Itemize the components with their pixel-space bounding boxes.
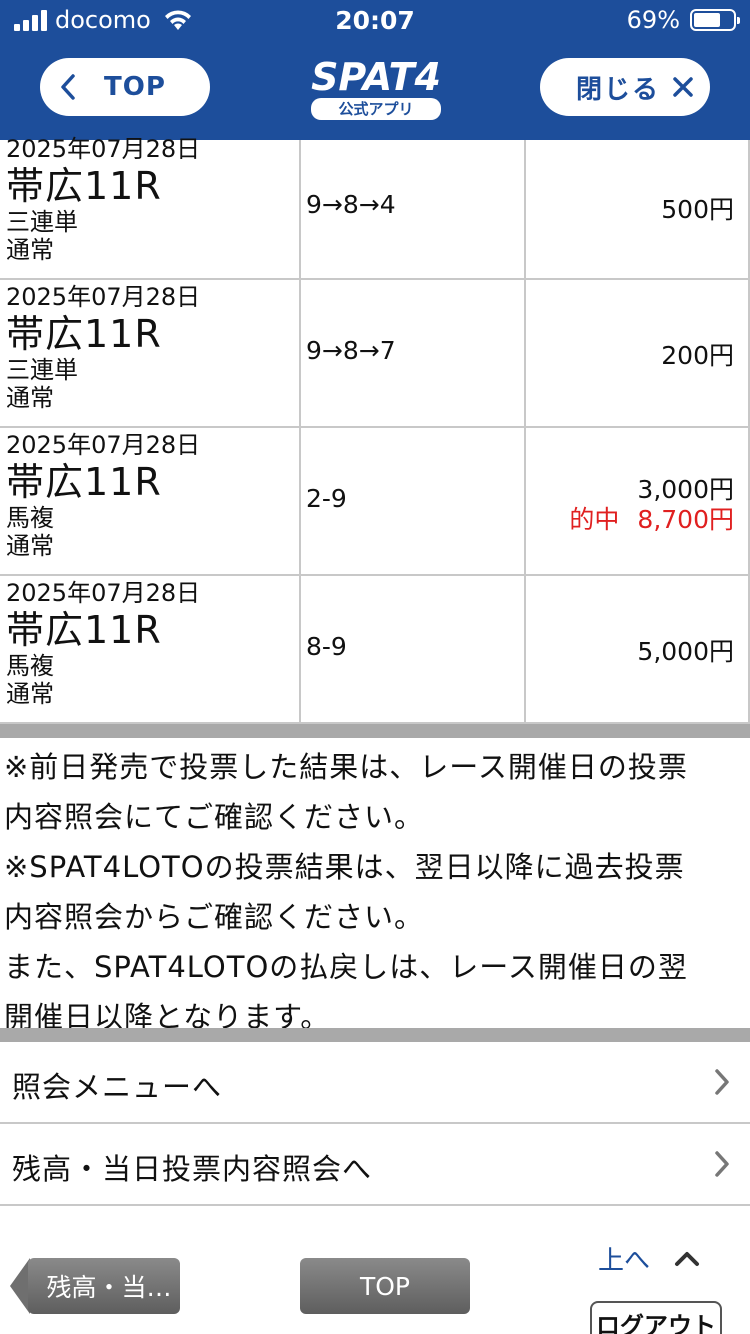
table-row: 2025年07月28日 帯広11R 三連単 通常 9→8→7 200円 bbox=[0, 280, 750, 428]
close-button-label: 閉じる bbox=[576, 74, 661, 105]
bet-date: 2025年07月28日 bbox=[6, 283, 201, 311]
bet-type: 三連単 bbox=[6, 208, 78, 236]
table-row: 2025年07月28日 帯広11R 三連単 通常 9→8→4 500円 bbox=[0, 136, 750, 280]
chevron-up-icon bbox=[675, 1251, 700, 1266]
top-button-label: TOP bbox=[104, 72, 166, 102]
back-button[interactable]: 残高・当… bbox=[28, 1258, 180, 1314]
notice-line: 内容照会にてご確認ください。 bbox=[4, 800, 425, 834]
notice-line: 内容照会からご確認ください。 bbox=[4, 900, 425, 934]
close-button[interactable]: 閉じる bbox=[540, 58, 710, 116]
notice-text: ※前日発売で投票した結果は、レース開催日の投票 内容照会にてご確認ください。 ※… bbox=[0, 738, 750, 1042]
inquiry-menu-link[interactable]: 照会メニューへ bbox=[0, 1042, 750, 1124]
scroll-up-link[interactable]: 上へ bbox=[598, 1240, 700, 1277]
bet-date: 2025年07月28日 bbox=[6, 431, 201, 459]
bet-date: 2025年07月28日 bbox=[6, 135, 201, 163]
bet-info: 2025年07月28日 帯広11R 馬複 通常 bbox=[6, 432, 298, 560]
status-right: 69% bbox=[626, 6, 740, 34]
notice-line: ※SPAT4LOTOの投票結果は、翌日以降に過去投票 bbox=[4, 850, 685, 884]
bet-race: 帯広11R bbox=[6, 312, 162, 356]
back-arrow-icon bbox=[10, 1258, 30, 1314]
bet-date: 2025年07月28日 bbox=[6, 579, 201, 607]
bet-mode: 通常 bbox=[6, 236, 54, 264]
logo-sub: 公式アプリ bbox=[311, 98, 441, 120]
bet-info: 2025年07月28日 帯広11R 三連単 通常 bbox=[6, 284, 298, 412]
bet-mode: 通常 bbox=[6, 680, 54, 708]
logout-button[interactable]: ログアウト bbox=[590, 1301, 722, 1334]
hit-result: 的中 8,700円 bbox=[569, 500, 734, 536]
up-label: 上へ bbox=[598, 1246, 651, 1276]
battery-icon bbox=[690, 9, 740, 31]
bet-mode: 通常 bbox=[6, 532, 54, 560]
notice-line: また、SPAT4LOTOの払戻しは、レース開催日の翌 bbox=[4, 950, 688, 984]
top-page-button[interactable]: TOP bbox=[300, 1258, 470, 1314]
bet-race: 帯広11R bbox=[6, 460, 162, 504]
bet-combination: 2-9 bbox=[306, 484, 347, 513]
bet-table: 2025年07月28日 帯広11R 三連単 通常 9→8→4 500円 2025… bbox=[0, 136, 750, 724]
top-button[interactable]: TOP bbox=[40, 58, 210, 116]
bet-type: 三連単 bbox=[6, 356, 78, 384]
bet-combination: 9→8→7 bbox=[306, 336, 396, 365]
balance-inquiry-link[interactable]: 残高・当日投票内容照会へ bbox=[0, 1124, 750, 1206]
table-row: 2025年07月28日 帯広11R 馬複 通常 2-9 3,000円 的中 8,7… bbox=[0, 428, 750, 576]
bet-info: 2025年07月28日 帯広11R 馬複 通常 bbox=[6, 580, 298, 708]
bet-info: 2025年07月28日 帯広11R 三連単 通常 bbox=[6, 136, 298, 264]
section-divider bbox=[0, 724, 750, 738]
bet-combination: 9→8→4 bbox=[306, 190, 396, 219]
menu-label: 照会メニューへ bbox=[12, 1070, 223, 1104]
hit-amount: 8,700円 bbox=[637, 505, 734, 534]
section-divider bbox=[0, 1028, 750, 1042]
bet-amount: 5,000円 bbox=[637, 637, 734, 666]
bet-mode: 通常 bbox=[6, 384, 54, 412]
bet-amount: 500円 bbox=[661, 195, 734, 224]
chevron-right-icon bbox=[715, 1069, 729, 1095]
app-header: TOP SPAT4 公式アプリ 閉じる bbox=[0, 40, 750, 140]
chevron-right-icon bbox=[715, 1151, 729, 1177]
bet-combination: 8-9 bbox=[306, 632, 347, 661]
battery-percent: 69% bbox=[626, 6, 680, 34]
logo-main: SPAT4 bbox=[311, 55, 441, 99]
spat4-logo: SPAT4 公式アプリ bbox=[310, 56, 442, 122]
chevron-left-icon bbox=[61, 74, 75, 100]
close-icon bbox=[673, 77, 693, 97]
menu-label: 残高・当日投票内容照会へ bbox=[12, 1152, 373, 1186]
bet-amount: 200円 bbox=[661, 341, 734, 370]
table-row: 2025年07月28日 帯広11R 馬複 通常 8-9 5,000円 bbox=[0, 576, 750, 724]
hit-label: 的中 bbox=[569, 505, 620, 534]
bet-race: 帯広11R bbox=[6, 608, 162, 652]
status-bar: docomo 20:07 69% bbox=[0, 0, 750, 40]
bet-type: 馬複 bbox=[6, 652, 54, 680]
notice-line: ※前日発売で投票した結果は、レース開催日の投票 bbox=[4, 750, 688, 784]
bet-type: 馬複 bbox=[6, 504, 54, 532]
bet-race: 帯広11R bbox=[6, 164, 162, 208]
